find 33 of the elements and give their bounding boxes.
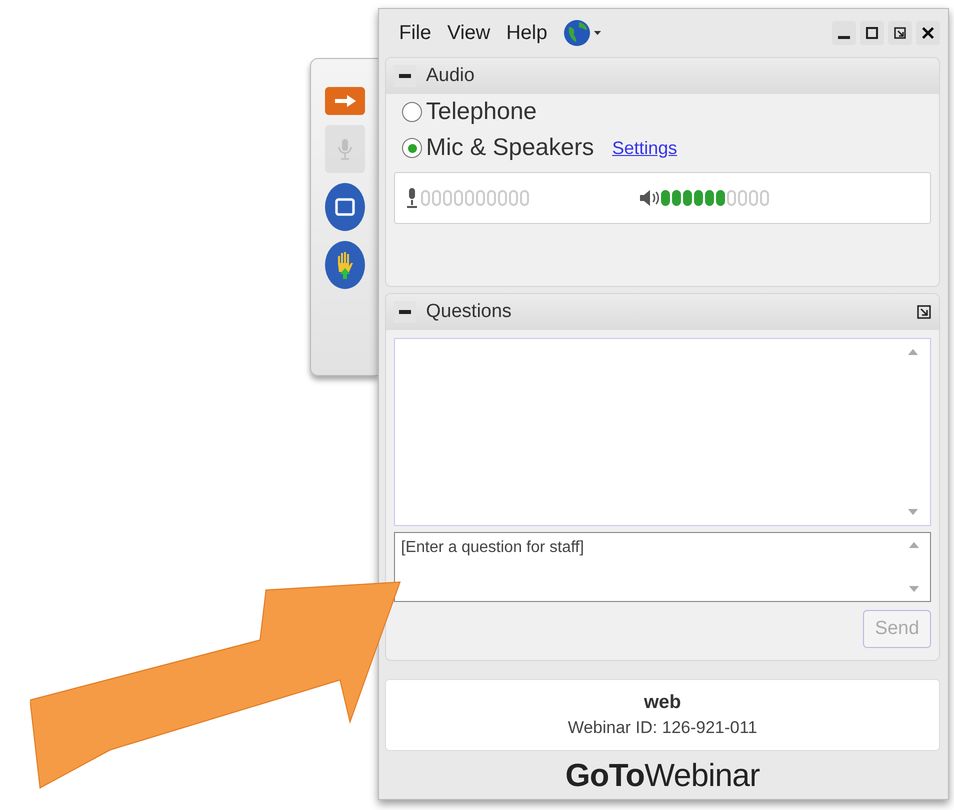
globe-dropdown-icon[interactable] — [563, 19, 604, 47]
radio-label[interactable]: Telephone — [426, 98, 537, 126]
hand-button[interactable] — [324, 241, 364, 289]
popout-icon — [894, 27, 906, 39]
product-logo: GoToWebinar — [565, 756, 760, 794]
minimize-button[interactable] — [832, 21, 856, 45]
microphone-icon — [405, 188, 419, 208]
menu-item[interactable]: View — [447, 22, 490, 44]
radio-button[interactable] — [402, 138, 422, 158]
maximize-button[interactable] — [860, 21, 884, 45]
minimize-icon — [838, 36, 850, 39]
close-button[interactable] — [916, 21, 940, 45]
screen-button[interactable] — [324, 183, 364, 231]
menu-item[interactable]: File — [399, 22, 432, 44]
radio-button[interactable] — [402, 102, 422, 122]
organizer-name: web — [644, 692, 681, 714]
radio-label[interactable]: Mic & Speakers — [426, 134, 594, 162]
webinar-id: Webinar ID: 126-921-011 — [568, 718, 758, 738]
maximize-icon — [866, 27, 878, 39]
collapse-icon — [399, 74, 411, 78]
arrow-button[interactable] — [324, 87, 364, 115]
panel-title: Questions — [426, 301, 512, 323]
popout-icon[interactable] — [917, 305, 931, 319]
microphone-icon — [338, 138, 352, 160]
arrow-icon — [332, 95, 356, 107]
settings-link[interactable]: Settings — [612, 138, 678, 158]
close-icon — [922, 27, 934, 39]
popout-button[interactable] — [888, 21, 912, 45]
collapse-icon — [399, 310, 411, 314]
menu-item[interactable]: Help — [506, 22, 548, 44]
panel-title: Audio — [426, 65, 475, 87]
speaker-icon — [639, 189, 659, 207]
screen-icon — [334, 198, 354, 216]
